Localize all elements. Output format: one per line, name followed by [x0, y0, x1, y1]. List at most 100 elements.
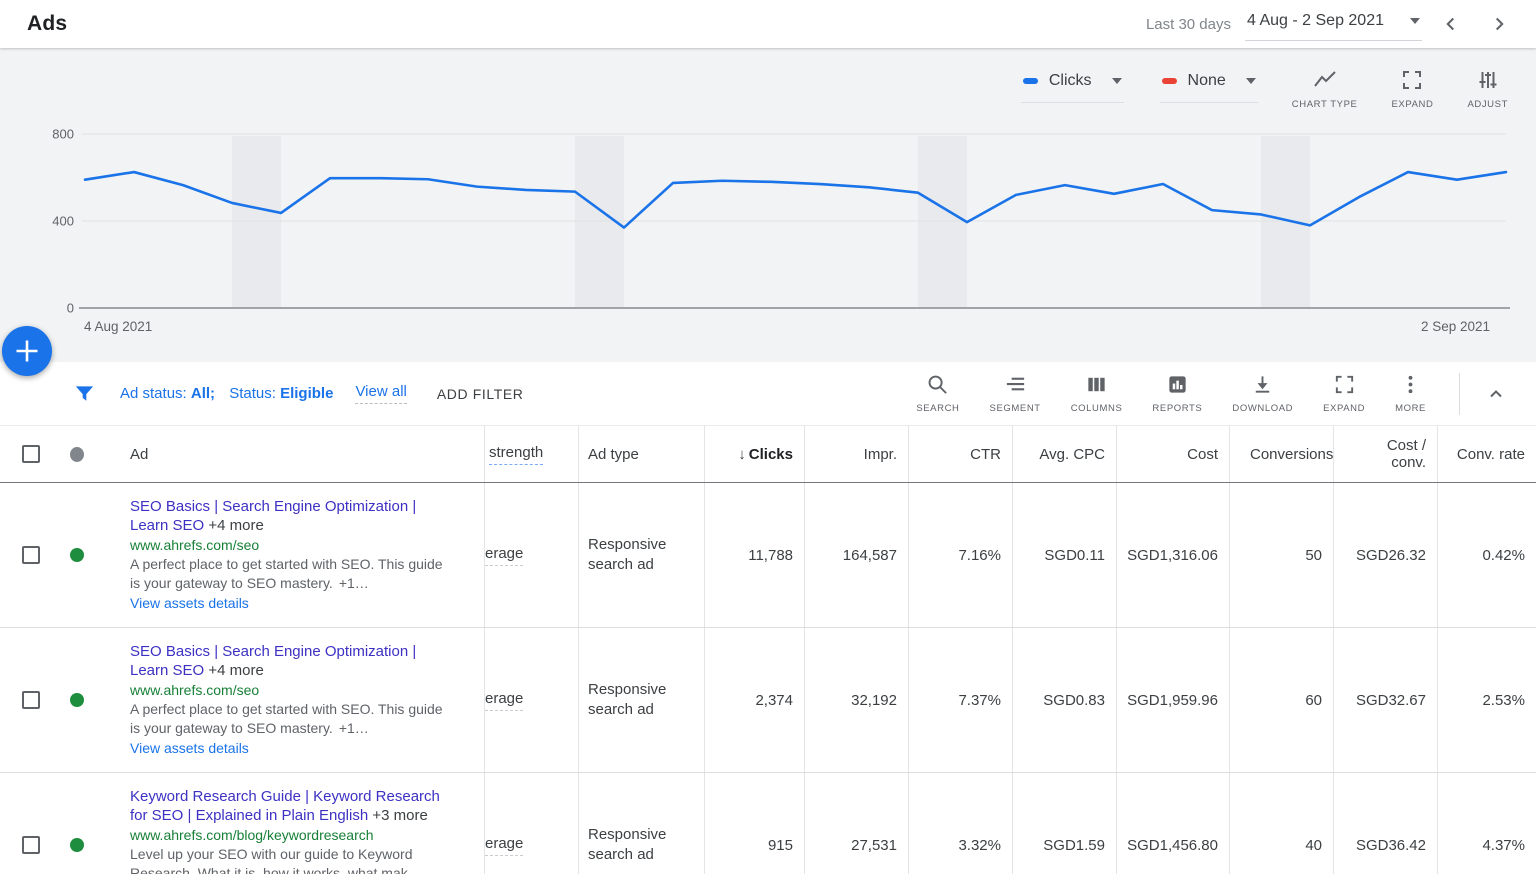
chart-type-button[interactable]: CHART TYPE [1292, 66, 1358, 110]
chevron-right-icon [1488, 13, 1510, 35]
primary-metric-selector[interactable]: Clicks [1021, 66, 1124, 103]
chart-expand-button[interactable]: EXPAND [1391, 66, 1433, 110]
download-icon [1251, 373, 1274, 396]
ad-description-text: A perfect place to get started with SEO.… [130, 701, 443, 736]
table-expand-button[interactable]: EXPAND [1308, 373, 1380, 414]
row-checkbox[interactable] [22, 836, 40, 854]
status-enabled-icon[interactable] [70, 693, 84, 707]
ad-description-text: Level up your SEO with our guide to Keyw… [130, 846, 422, 874]
next-range-button[interactable] [1484, 9, 1514, 39]
column-header-conv-rate[interactable]: Conv. rate [1437, 426, 1536, 482]
column-header-ad-type[interactable]: Ad type [578, 426, 704, 482]
chevron-down-icon [1246, 78, 1256, 84]
column-header-ad-strength[interactable]: strength [484, 426, 578, 482]
chart-type-icon [1312, 68, 1338, 92]
row-select-cell [0, 483, 54, 627]
ad-type-cell: Responsive search ad [578, 628, 704, 772]
chevron-up-icon [1486, 384, 1506, 404]
status-enabled-icon[interactable] [70, 548, 84, 562]
ad-display-url: www.ahrefs.com/seo [130, 680, 448, 700]
previous-range-button[interactable] [1436, 9, 1466, 39]
cell-cost: SGD1,456.80 [1116, 773, 1229, 874]
chart-adjust-button[interactable]: ADJUST [1467, 66, 1508, 110]
primary-metric-swatch [1023, 78, 1038, 84]
cell-ctr: 3.32% [908, 773, 1012, 874]
cell-cost-per-conv: SGD36.42 [1333, 773, 1437, 874]
svg-text:400: 400 [52, 214, 74, 229]
date-range-picker[interactable]: 4 Aug - 2 Sep 2021 [1245, 8, 1422, 41]
row-status-cell [54, 483, 104, 627]
column-header-avg-cpc[interactable]: Avg. CPC [1012, 426, 1116, 482]
add-filter-button[interactable]: ADD FILTER [437, 386, 524, 402]
date-range-preset-label: Last 30 days [1146, 16, 1231, 33]
ad-more-label[interactable]: +4 more [208, 662, 263, 679]
cell-cost-per-conv: SGD26.32 [1333, 483, 1437, 627]
ad-title-link[interactable]: SEO Basics | Search Engine Optimization … [130, 643, 416, 679]
ad-description-more-label[interactable]: +1… [339, 575, 369, 591]
add-ad-fab-button[interactable] [2, 326, 52, 376]
column-header-ctr[interactable]: CTR [908, 426, 1012, 482]
ad-description-text: A perfect place to get started with SEO.… [130, 556, 443, 591]
column-header-cost-per-conv[interactable]: Cost / conv. [1333, 426, 1437, 482]
search-icon [926, 373, 949, 396]
cell-clicks: 11,788 [704, 483, 804, 627]
svg-text:800: 800 [52, 127, 74, 142]
date-range-area: Last 30 days 4 Aug - 2 Sep 2021 [1146, 8, 1514, 41]
table-more-button[interactable]: MORE [1380, 373, 1441, 414]
more-vertical-icon [1399, 373, 1422, 396]
table-search-button[interactable]: SEARCH [901, 373, 974, 414]
svg-text:4 Aug 2021: 4 Aug 2021 [84, 319, 152, 334]
ad-strength-value: erage [485, 545, 523, 566]
ad-type-cell: Responsive search ad [578, 773, 704, 874]
table-reports-button[interactable]: REPORTS [1137, 373, 1217, 414]
table-columns-button[interactable]: COLUMNS [1056, 373, 1138, 414]
select-all-checkbox[interactable] [22, 445, 40, 463]
date-range-value: 4 Aug - 2 Sep 2021 [1247, 12, 1384, 30]
filter-funnel-icon [73, 382, 96, 405]
row-checkbox[interactable] [22, 691, 40, 709]
status-enabled-icon[interactable] [70, 838, 84, 852]
plus-icon [2, 326, 52, 376]
cell-clicks: 915 [704, 773, 804, 874]
svg-text:2 Sep 2021: 2 Sep 2021 [1421, 319, 1490, 334]
expand-icon [1400, 68, 1424, 92]
filter-funnel-button[interactable] [62, 382, 106, 405]
cell-ctr: 7.16% [908, 483, 1012, 627]
ad-strength-cell: erage [484, 628, 578, 772]
status-dot-icon [70, 447, 84, 462]
ad-type-cell: Responsive search ad [578, 483, 704, 627]
column-header-cost[interactable]: Cost [1116, 426, 1229, 482]
table-download-button[interactable]: DOWNLOAD [1217, 373, 1308, 414]
cell-cost-per-conv: SGD32.67 [1333, 628, 1437, 772]
ad-more-label[interactable]: +4 more [208, 517, 263, 534]
reports-icon [1166, 373, 1189, 396]
row-select-cell [0, 773, 54, 874]
ad-more-label[interactable]: +3 more [372, 807, 427, 824]
column-header-ad[interactable]: Ad [104, 426, 484, 482]
active-filters-chip[interactable]: Ad status: All; Status: Eligible [120, 385, 333, 402]
table-row: SEO Basics | Search Engine Optimization … [0, 628, 1536, 773]
filter-bar: Ad status: All; Status: Eligible View al… [0, 362, 1536, 425]
ad-copy: SEO Basics | Search Engine Optimization … [130, 497, 448, 613]
ad-description-more-label[interactable]: +1… [339, 720, 369, 736]
ad-title-line: SEO Basics | Search Engine Optimization … [130, 497, 448, 535]
collapse-table-tools-button[interactable] [1474, 372, 1518, 416]
ad-title-line: SEO Basics | Search Engine Optimization … [130, 642, 448, 680]
column-header-impressions[interactable]: Impr. [804, 426, 908, 482]
ad-title-line: Keyword Research Guide | Keyword Researc… [130, 787, 448, 825]
cell-impr: 32,192 [804, 628, 908, 772]
ad-description: A perfect place to get started with SEO.… [130, 700, 448, 738]
secondary-metric-selector[interactable]: None [1160, 66, 1258, 103]
column-header-conversions[interactable]: Conversions [1229, 426, 1333, 482]
row-checkbox[interactable] [22, 546, 40, 564]
table-segment-button[interactable]: SEGMENT [975, 373, 1056, 414]
view-assets-link[interactable]: View assets details [130, 738, 448, 758]
view-all-filters-link[interactable]: View all [355, 383, 406, 404]
cell-ctr: 7.37% [908, 628, 1012, 772]
ad-title-link[interactable]: SEO Basics | Search Engine Optimization … [130, 498, 416, 534]
cell-avg-cpc: SGD1.59 [1012, 773, 1116, 874]
toolbar-divider [1459, 373, 1460, 415]
cell-impr: 164,587 [804, 483, 908, 627]
column-header-clicks[interactable]: ↓Clicks [704, 426, 804, 482]
view-assets-link[interactable]: View assets details [130, 593, 448, 613]
